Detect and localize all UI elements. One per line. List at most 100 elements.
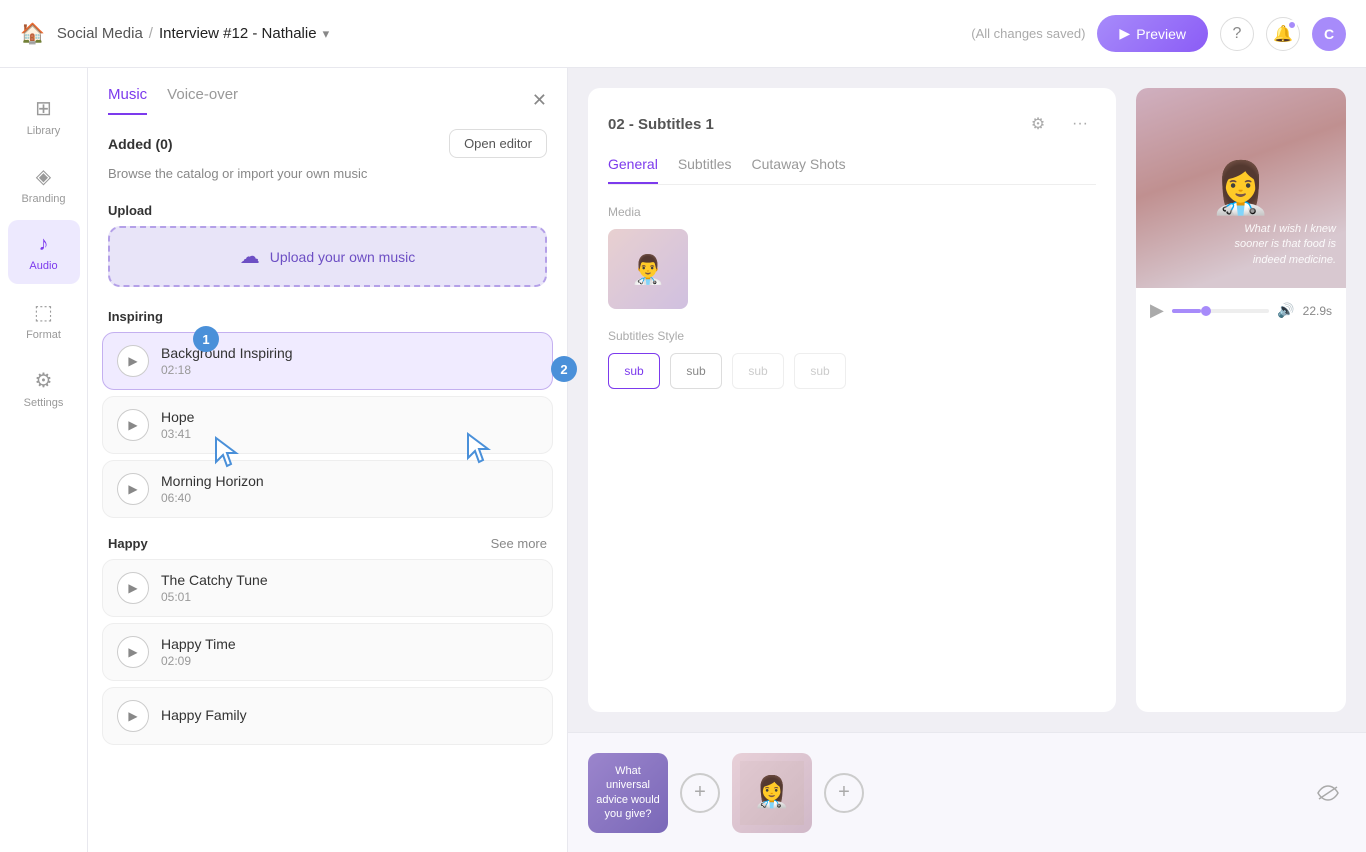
panel-tabs: Music Voice-over: [108, 86, 238, 115]
tab-voiceover[interactable]: Voice-over: [167, 86, 238, 115]
saved-status: (All changes saved): [971, 26, 1085, 41]
preview-text-overlay: What I wish I knew sooner is that food i…: [1216, 222, 1336, 268]
subtitle-option-2[interactable]: sub: [670, 353, 722, 389]
music-name-morning-horizon: Morning Horizon: [161, 473, 538, 489]
music-section-happy: Happy See more: [88, 530, 567, 559]
subtitles-style-label: Subtitles Style: [608, 329, 1096, 343]
subtitle-option-4[interactable]: sub: [794, 353, 846, 389]
settings-gear-button[interactable]: ⚙: [1022, 108, 1054, 140]
music-info-hope: Hope 03:41: [161, 409, 538, 441]
panel-close-button[interactable]: ✕: [532, 90, 547, 111]
audio-icon: ♪: [39, 233, 49, 256]
upload-cloud-icon: ☁: [240, 244, 260, 269]
music-duration-morning-horizon: 06:40: [161, 491, 538, 505]
preview-time: 22.9s: [1303, 304, 1332, 318]
sidebar-item-library-label: Library: [27, 125, 61, 137]
chevron-down-icon[interactable]: ▾: [323, 26, 330, 42]
play-button-catchy-tune[interactable]: ▶: [117, 572, 149, 604]
tab-general[interactable]: General: [608, 156, 658, 184]
inspiring-music-list: ▶ Background Inspiring 02:18 ▶ Hope 03:4…: [88, 332, 567, 518]
library-icon: ⊞: [35, 96, 52, 121]
timeline-thumb-2[interactable]: 👩‍⚕️: [732, 753, 812, 833]
media-label: Media: [608, 205, 1096, 219]
visibility-toggle[interactable]: [1310, 775, 1346, 811]
play-button-happy-time[interactable]: ▶: [117, 636, 149, 668]
timeline-thumb-1[interactable]: What universal advice would you give?: [588, 753, 668, 833]
play-button-happy-family[interactable]: ▶: [117, 700, 149, 732]
music-item-happy-time[interactable]: ▶ Happy Time 02:09: [102, 623, 553, 681]
music-item-catchy-tune[interactable]: ▶ The Catchy Tune 05:01: [102, 559, 553, 617]
breadcrumb-current[interactable]: Interview #12 - Nathalie: [159, 25, 317, 42]
subtitle-style-section: Subtitles Style sub sub sub sub: [608, 329, 1096, 389]
tab-music[interactable]: Music: [108, 86, 147, 115]
sidebar-item-format-label: Format: [26, 329, 61, 341]
inspiring-section-label: Inspiring: [108, 309, 163, 324]
format-icon: ⬚: [34, 300, 53, 325]
music-item-happy-family[interactable]: ▶ Happy Family: [102, 687, 553, 745]
step-badge-2: 2: [551, 356, 577, 382]
upload-section-title: Upload: [88, 195, 567, 226]
notification-badge: [1287, 20, 1297, 30]
media-thumbnail[interactable]: 👨‍⚕️: [608, 229, 688, 309]
subtitle-options: sub sub sub sub: [608, 353, 1096, 389]
timeline: What universal advice would you give? + …: [568, 732, 1366, 852]
music-item-morning-horizon[interactable]: ▶ Morning Horizon 06:40: [102, 460, 553, 518]
upload-music-button[interactable]: ☁ Upload your own music: [108, 226, 547, 287]
sidebar-item-settings[interactable]: ⚙ Settings: [8, 356, 80, 420]
music-item-hope[interactable]: ▶ Hope 03:41: [102, 396, 553, 454]
preview-button[interactable]: ▶ Preview: [1097, 15, 1208, 52]
more-options-button[interactable]: ···: [1064, 108, 1096, 140]
avatar[interactable]: C: [1312, 17, 1346, 51]
notifications-button[interactable]: 🔔: [1266, 17, 1300, 51]
content-panel: 02 - Subtitles 1 ⚙ ··· General Subtitles…: [568, 68, 1366, 732]
volume-icon[interactable]: 🔊: [1277, 302, 1294, 319]
preview-controls: ▶ 🔊 22.9s: [1136, 288, 1346, 333]
music-name-happy-time: Happy Time: [161, 636, 538, 652]
breadcrumb-parent[interactable]: Social Media: [57, 25, 143, 42]
music-info-catchy-tune: The Catchy Tune 05:01: [161, 572, 538, 604]
music-info-happy-family: Happy Family: [161, 707, 538, 725]
subtitle-option-3[interactable]: sub: [732, 353, 784, 389]
sidebar-item-branding[interactable]: ◈ Branding: [8, 152, 80, 216]
preview-progress-fill: [1172, 309, 1201, 313]
preview-progress-dot: [1201, 306, 1211, 316]
added-label: Added (0): [108, 136, 173, 152]
preview-progress-bar[interactable]: [1172, 309, 1269, 313]
music-name-hope: Hope: [161, 409, 538, 425]
sidebar-item-branding-label: Branding: [21, 193, 65, 205]
sidebar-item-format[interactable]: ⬚ Format: [8, 288, 80, 352]
happy-section-label: Happy: [108, 536, 148, 551]
music-duration-hope: 03:41: [161, 427, 538, 441]
play-button-morning-horizon[interactable]: ▶: [117, 473, 149, 505]
timeline-add-button-1[interactable]: +: [680, 773, 720, 813]
breadcrumb: Social Media / Interview #12 - Nathalie …: [57, 25, 329, 42]
music-item-background-inspiring[interactable]: ▶ Background Inspiring 02:18: [102, 332, 553, 390]
play-button-hope[interactable]: ▶: [117, 409, 149, 441]
see-more-button[interactable]: See more: [491, 536, 547, 551]
tab-subtitles[interactable]: Subtitles: [678, 156, 732, 184]
subtitle-option-1[interactable]: sub: [608, 353, 660, 389]
music-section-inspiring: Inspiring: [88, 303, 567, 332]
settings-icon: ⚙: [35, 368, 53, 393]
audio-panel: 1 2 Music Voice-over ✕ Added (0) Open ed…: [88, 68, 568, 852]
sidebar-item-settings-label: Settings: [24, 397, 64, 409]
breadcrumb-separator: /: [149, 25, 153, 42]
music-info-happy-time: Happy Time 02:09: [161, 636, 538, 668]
sidebar-item-library[interactable]: ⊞ Library: [8, 84, 80, 148]
home-icon[interactable]: 🏠: [20, 21, 45, 46]
preview-play-button[interactable]: ▶: [1150, 300, 1164, 321]
open-editor-button[interactable]: Open editor: [449, 129, 547, 158]
content-area: 02 - Subtitles 1 ⚙ ··· General Subtitles…: [568, 68, 1366, 852]
tab-cutaway-shots[interactable]: Cutaway Shots: [752, 156, 846, 184]
happy-music-list: ▶ The Catchy Tune 05:01 ▶ Happy Time 02:…: [88, 559, 567, 745]
media-image: 👨‍⚕️: [608, 229, 688, 309]
help-button[interactable]: ?: [1220, 17, 1254, 51]
play-button-background-inspiring[interactable]: ▶: [117, 345, 149, 377]
timeline-add-button-2[interactable]: +: [824, 773, 864, 813]
sidebar-item-audio-label: Audio: [29, 260, 57, 272]
music-duration-happy-time: 02:09: [161, 654, 538, 668]
topbar: 🏠 Social Media / Interview #12 - Nathali…: [0, 0, 1366, 68]
panel-added-row: Added (0) Open editor: [88, 115, 567, 166]
music-name-catchy-tune: The Catchy Tune: [161, 572, 538, 588]
sidebar-item-audio[interactable]: ♪ Audio: [8, 220, 80, 284]
